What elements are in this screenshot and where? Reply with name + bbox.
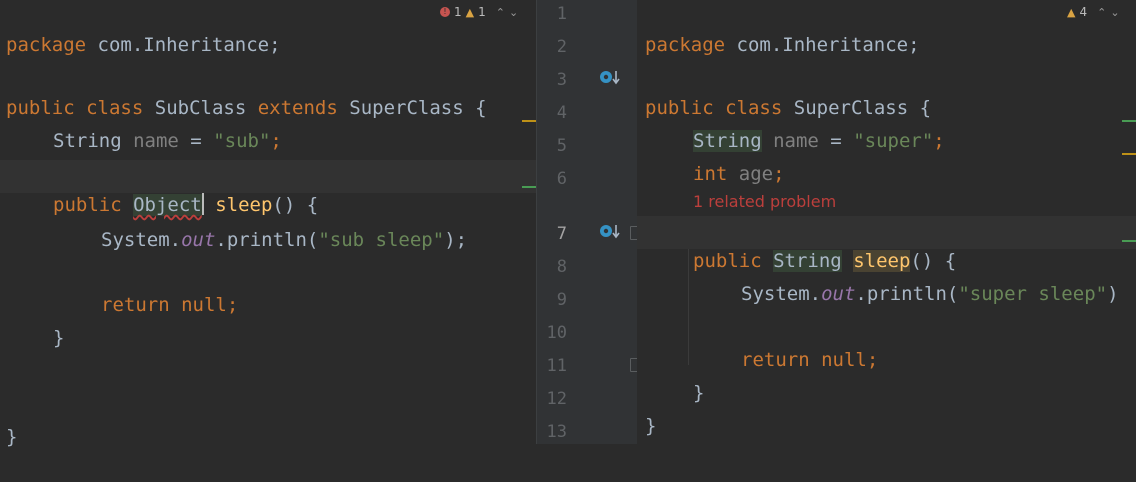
code-line[interactable]: return null;	[0, 260, 536, 316]
code-line[interactable]: String name = "sub";	[0, 96, 536, 152]
code-line[interactable]: int age;	[637, 129, 1136, 185]
line-number: 2	[556, 37, 567, 57]
change-marker	[1122, 153, 1136, 155]
code-line[interactable]: String name = "super";	[637, 96, 1136, 152]
line-number: 1	[556, 4, 567, 24]
code-line[interactable]: package com.Inheritance;	[0, 0, 536, 56]
left-editor[interactable]: ! 1 ▲ 1 ⌃ ⌄ package com.Inheritance; pub…	[0, 0, 536, 448]
line-number: 6	[556, 169, 567, 189]
change-marker	[522, 186, 536, 188]
line-number: 5	[556, 136, 567, 156]
code-line[interactable]: }	[637, 381, 1136, 437]
change-marker	[1122, 120, 1136, 122]
change-marker	[522, 120, 536, 122]
code-line[interactable]: public class SubClass extends SuperClass…	[0, 63, 536, 119]
line-number: 9	[556, 290, 567, 310]
line-number: 3	[556, 70, 567, 90]
line-number: 8	[556, 257, 567, 277]
code-line[interactable]: }	[637, 348, 1136, 404]
right-editor[interactable]: ▲ 4 ⌃ ⌄ package com.Inheritance; public …	[637, 0, 1136, 444]
line-number: 4	[556, 103, 567, 123]
line-number: 12	[546, 389, 567, 409]
code-line[interactable]: }	[0, 392, 536, 448]
line-number: 13	[546, 422, 567, 442]
overridden-method-icon[interactable]	[599, 222, 621, 242]
code-line[interactable]: public class SuperClass {	[637, 63, 1136, 119]
line-number: 10	[546, 323, 567, 343]
code-line[interactable]: return null;	[637, 315, 1136, 371]
code-line-current[interactable]: public Object sleep() {	[0, 160, 536, 216]
code-line-current[interactable]: public String sleep() {	[637, 216, 1136, 272]
line-number: 7	[556, 224, 567, 244]
code-line[interactable]: }	[0, 293, 536, 349]
code-line[interactable]: System.out.println("sub sleep");	[0, 195, 536, 251]
right-gutter[interactable]: 1 2 3 4 5 6 7 8 9 10 11 12 13	[536, 0, 642, 444]
change-marker	[1122, 240, 1136, 242]
implemented-method-icon[interactable]	[599, 68, 621, 88]
related-problem-hint[interactable]: 1 related problem	[693, 192, 836, 211]
line-number: 11	[546, 356, 567, 376]
code-line[interactable]: package com.Inheritance;	[637, 0, 1136, 56]
code-line[interactable]: System.out.println("super sleep")	[637, 249, 1136, 305]
